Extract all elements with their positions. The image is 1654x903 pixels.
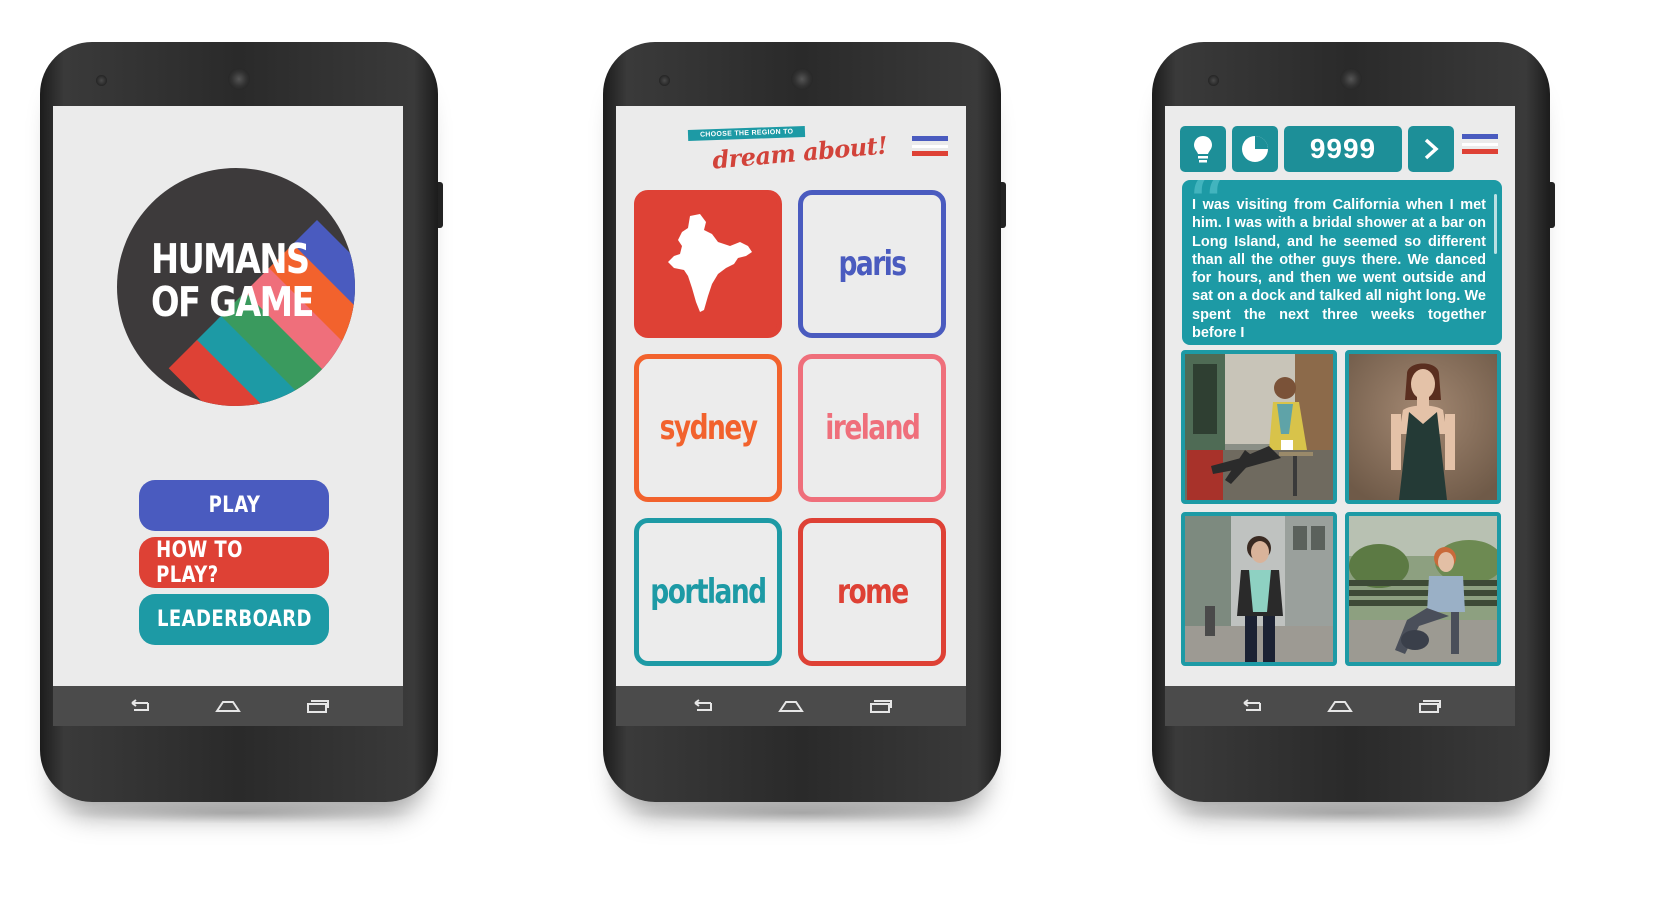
android-navbar: [616, 686, 966, 726]
home-icon[interactable]: [778, 699, 804, 713]
play-button[interactable]: PLAY: [139, 480, 329, 531]
photo-option-3[interactable]: [1181, 512, 1337, 666]
tile-sydney[interactable]: sydney: [634, 354, 782, 502]
back-icon[interactable]: [126, 699, 150, 713]
photo-option-2[interactable]: [1345, 350, 1501, 504]
recents-icon[interactable]: [306, 699, 330, 713]
photo-option-4[interactable]: [1345, 512, 1501, 666]
logo-title: HUMANS OF GAME: [151, 235, 314, 326]
power-key: [438, 182, 443, 228]
recents-icon[interactable]: [1418, 699, 1442, 713]
lightbulb-icon: [1194, 136, 1212, 163]
home-screen: HUMANS OF GAME PLAY HOW TO PLAY? LEADERB…: [53, 106, 403, 726]
phone-1: HUMANS OF GAME PLAY HOW TO PLAY? LEADERB…: [40, 42, 443, 824]
tile-paris[interactable]: paris: [798, 190, 946, 338]
tile-ireland[interactable]: ireland: [798, 354, 946, 502]
android-navbar: [1165, 686, 1515, 726]
menu-icon[interactable]: [1462, 134, 1498, 162]
timer-button[interactable]: [1232, 126, 1278, 172]
speaker: [791, 68, 813, 90]
photo-option-1[interactable]: [1181, 350, 1337, 504]
home-icon[interactable]: [215, 699, 241, 713]
story-scrollbar[interactable]: [1494, 194, 1497, 254]
android-navbar: [53, 686, 403, 726]
hint-button[interactable]: [1180, 126, 1226, 172]
power-key: [1550, 182, 1555, 228]
home-icon[interactable]: [1327, 699, 1353, 713]
india-map-icon: [668, 214, 752, 312]
tile-portland[interactable]: portland: [634, 518, 782, 666]
tile-india[interactable]: [634, 190, 782, 338]
game-screen: 9999 “ I was visiting from California wh…: [1165, 106, 1515, 726]
back-icon[interactable]: [1238, 699, 1262, 713]
chevron-right-icon: [1424, 138, 1439, 160]
power-key: [1001, 182, 1006, 228]
story-text: I was visiting from California when I me…: [1192, 197, 1486, 342]
pie-timer-icon: [1242, 136, 1268, 162]
how-to-play-button[interactable]: HOW TO PLAY?: [139, 537, 329, 588]
menu-icon[interactable]: [912, 136, 948, 164]
leaderboard-button[interactable]: LEADERBOARD: [139, 594, 329, 645]
front-camera: [1208, 75, 1219, 86]
next-button[interactable]: [1408, 126, 1454, 172]
front-camera: [96, 75, 107, 86]
tile-rome[interactable]: rome: [798, 518, 946, 666]
humans-of-game-logo: HUMANS OF GAME: [117, 168, 355, 406]
region-header: CHOOSE THE REGION TO dream about!: [687, 125, 888, 175]
story-card[interactable]: “ I was visiting from California when I …: [1182, 180, 1502, 345]
front-camera: [659, 75, 670, 86]
score-display: 9999: [1284, 126, 1402, 172]
region-select-screen: CHOOSE THE REGION TO dream about! paris …: [616, 106, 966, 726]
phone-3: 9999 “ I was visiting from California wh…: [1152, 42, 1555, 824]
speaker: [1340, 68, 1362, 90]
phone-2: CHOOSE THE REGION TO dream about! paris …: [603, 42, 1006, 824]
recents-icon[interactable]: [869, 699, 893, 713]
back-icon[interactable]: [689, 699, 713, 713]
speaker: [228, 68, 250, 90]
